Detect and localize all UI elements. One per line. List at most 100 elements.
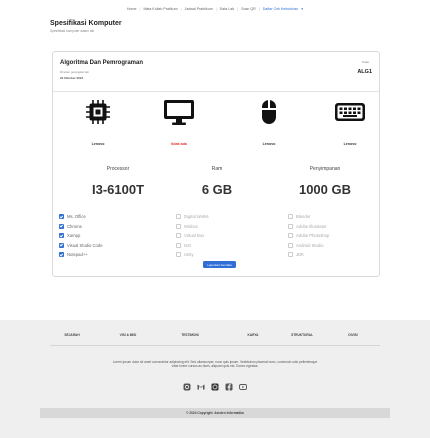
nav-item-scan-qr[interactable]: Scan QR [241, 7, 256, 11]
keyboard-brand: Lenovo [343, 142, 357, 146]
checkbox-unchecked[interactable] [288, 214, 293, 220]
software-label: Unity [184, 252, 194, 258]
storage-label: Penyimpanan [309, 166, 341, 172]
software-item[interactable]: Adobe Photoshop [288, 231, 329, 241]
software-label: Chrome [67, 223, 82, 229]
checkbox-checked[interactable] [59, 233, 64, 239]
software-item[interactable]: Unity [176, 250, 209, 260]
software-item[interactable]: Xampp [59, 231, 103, 241]
checkbox-unchecked[interactable] [176, 223, 181, 229]
software-label: Adobe Illustrator [296, 223, 327, 229]
page-title: Spesifikasi Komputer [50, 20, 122, 27]
nav-separator: | [258, 6, 260, 11]
software-item[interactable]: Visual Studio Code [59, 241, 103, 251]
nav-separator: | [215, 6, 217, 11]
gmail-icon[interactable] [197, 383, 205, 391]
checkbox-unchecked[interactable] [288, 223, 293, 229]
keyboard-icon [332, 97, 368, 127]
spec-card: Algoritma Dan Pemrograman Rincian perang… [52, 51, 380, 277]
ram-label: Ram [211, 166, 223, 172]
chevron-down-icon[interactable]: ▾ [301, 7, 303, 11]
copyright-bar: © 2024 Copyright: Asisten Informatika [40, 408, 390, 418]
software-item[interactable]: Notepad++ [59, 250, 103, 260]
software-label: Virtual Box [184, 233, 205, 239]
software-column-2: Digital Works Winbox Virtual Box ISO Uni… [176, 212, 209, 260]
youtube-icon[interactable] [239, 383, 247, 391]
software-label: Blender [296, 214, 311, 220]
checkbox-unchecked[interactable] [176, 214, 181, 220]
footer-link-divisi[interactable]: DIVISI [348, 333, 357, 337]
software-item[interactable]: Adobe Illustrator [288, 222, 329, 232]
software-label: Digital Works [184, 214, 209, 220]
software-column-3: Blender Adobe Illustrator Adobe Photosho… [288, 212, 329, 260]
software-label: ISO [184, 242, 192, 248]
card-header: Algoritma Dan Pemrograman Rincian perang… [53, 52, 379, 92]
processor-value: I3-6100T [91, 182, 145, 197]
footer-divider [50, 345, 380, 346]
card-date: 20 Oktober 2024 [60, 76, 84, 80]
page-subtitle: Spesifikasi komputer dalam lab [50, 29, 95, 33]
software-item[interactable]: Blender [288, 212, 329, 222]
software-item[interactable]: ISO [176, 241, 209, 251]
monitor-brand: tidak ada [171, 142, 187, 146]
report-issue-button[interactable]: Laporkan Kendala [203, 261, 236, 268]
nav-item-home[interactable]: Home [127, 7, 137, 11]
facebook-icon[interactable] [225, 383, 233, 391]
software-label: Xampp [67, 233, 81, 239]
checkbox-unchecked[interactable] [288, 252, 293, 258]
code-label: Kode [361, 60, 369, 64]
hardware-icons [53, 97, 379, 127]
checkbox-checked[interactable] [59, 223, 64, 229]
code-value: ALG1 [357, 69, 372, 75]
footer-link-visi-misi[interactable]: VISI & MISI [120, 333, 137, 337]
social-links [0, 383, 430, 393]
processor-label: Processor [106, 166, 130, 172]
software-label: Android Studio [296, 242, 324, 248]
footer-link-karya[interactable]: KARYA [248, 333, 259, 337]
checkbox-unchecked[interactable] [288, 242, 293, 248]
nav-separator: | [139, 6, 141, 11]
page-header: Spesifikasi Komputer Spesifikasi kompute… [50, 20, 122, 33]
checkbox-checked[interactable] [59, 214, 64, 220]
software-label: Notepad++ [67, 252, 88, 258]
checkbox-unchecked[interactable] [176, 233, 181, 239]
card-title: Algoritma Dan Pemrograman [60, 60, 144, 66]
cpu-icon [83, 97, 113, 127]
nav-separator: | [180, 6, 182, 11]
software-item[interactable]: Chrome [59, 222, 103, 232]
storage-value: 1000 GB [298, 182, 352, 197]
software-label: JDK [296, 252, 304, 258]
footer-link-testimoni[interactable]: TESTIMONI [181, 333, 198, 337]
checkbox-unchecked[interactable] [288, 233, 293, 239]
top-navigation: Home | Mata Kuliah Pratikum | Jadwal Pra… [0, 0, 430, 14]
nav-separator: | [237, 6, 239, 11]
nav-item-mata-kuliah[interactable]: Mata Kuliah Pratikum [143, 7, 177, 11]
ram-value: 6 GB [201, 182, 233, 197]
software-column-1: Ms. Office Chrome Xampp Visual Studio Co… [59, 212, 103, 260]
instagram-icon[interactable] [183, 383, 191, 391]
software-item[interactable]: JDK [288, 250, 329, 260]
mouse-brand: Lenovo [262, 142, 276, 146]
mouse-icon [254, 97, 284, 127]
software-item[interactable]: Virtual Box [176, 231, 209, 241]
nav-item-daftar-cek[interactable]: Daftar Cek Kebutuhan [263, 7, 299, 11]
footer-link-sejarah[interactable]: SEJARAH [64, 333, 79, 337]
software-label: Ms. Office [67, 214, 86, 220]
nav-item-data-lab[interactable]: Data Lab [220, 7, 235, 11]
checkbox-checked[interactable] [59, 252, 64, 258]
nav-item-jadwal[interactable]: Jadwal Praktikum [185, 7, 213, 11]
software-item[interactable]: Ms. Office [59, 212, 103, 222]
software-item[interactable]: Winbox [176, 222, 209, 232]
software-label: Visual Studio Code [67, 242, 103, 248]
footer: SEJARAH VISI & MISI TESTIMONI KARYA STRU… [0, 320, 430, 438]
checkbox-unchecked[interactable] [176, 242, 181, 248]
software-item[interactable]: Digital Works [176, 212, 209, 222]
checkbox-checked[interactable] [59, 242, 64, 248]
whatsapp-icon[interactable] [211, 383, 219, 391]
checkbox-unchecked[interactable] [176, 252, 181, 258]
monitor-icon [161, 97, 197, 127]
footer-link-struktural[interactable]: STRUKTURAL [291, 333, 313, 337]
cpu-brand: Lenovo [91, 142, 105, 146]
software-item[interactable]: Android Studio [288, 241, 329, 251]
card-subtitle: Rincian perangkat lab [60, 70, 90, 74]
